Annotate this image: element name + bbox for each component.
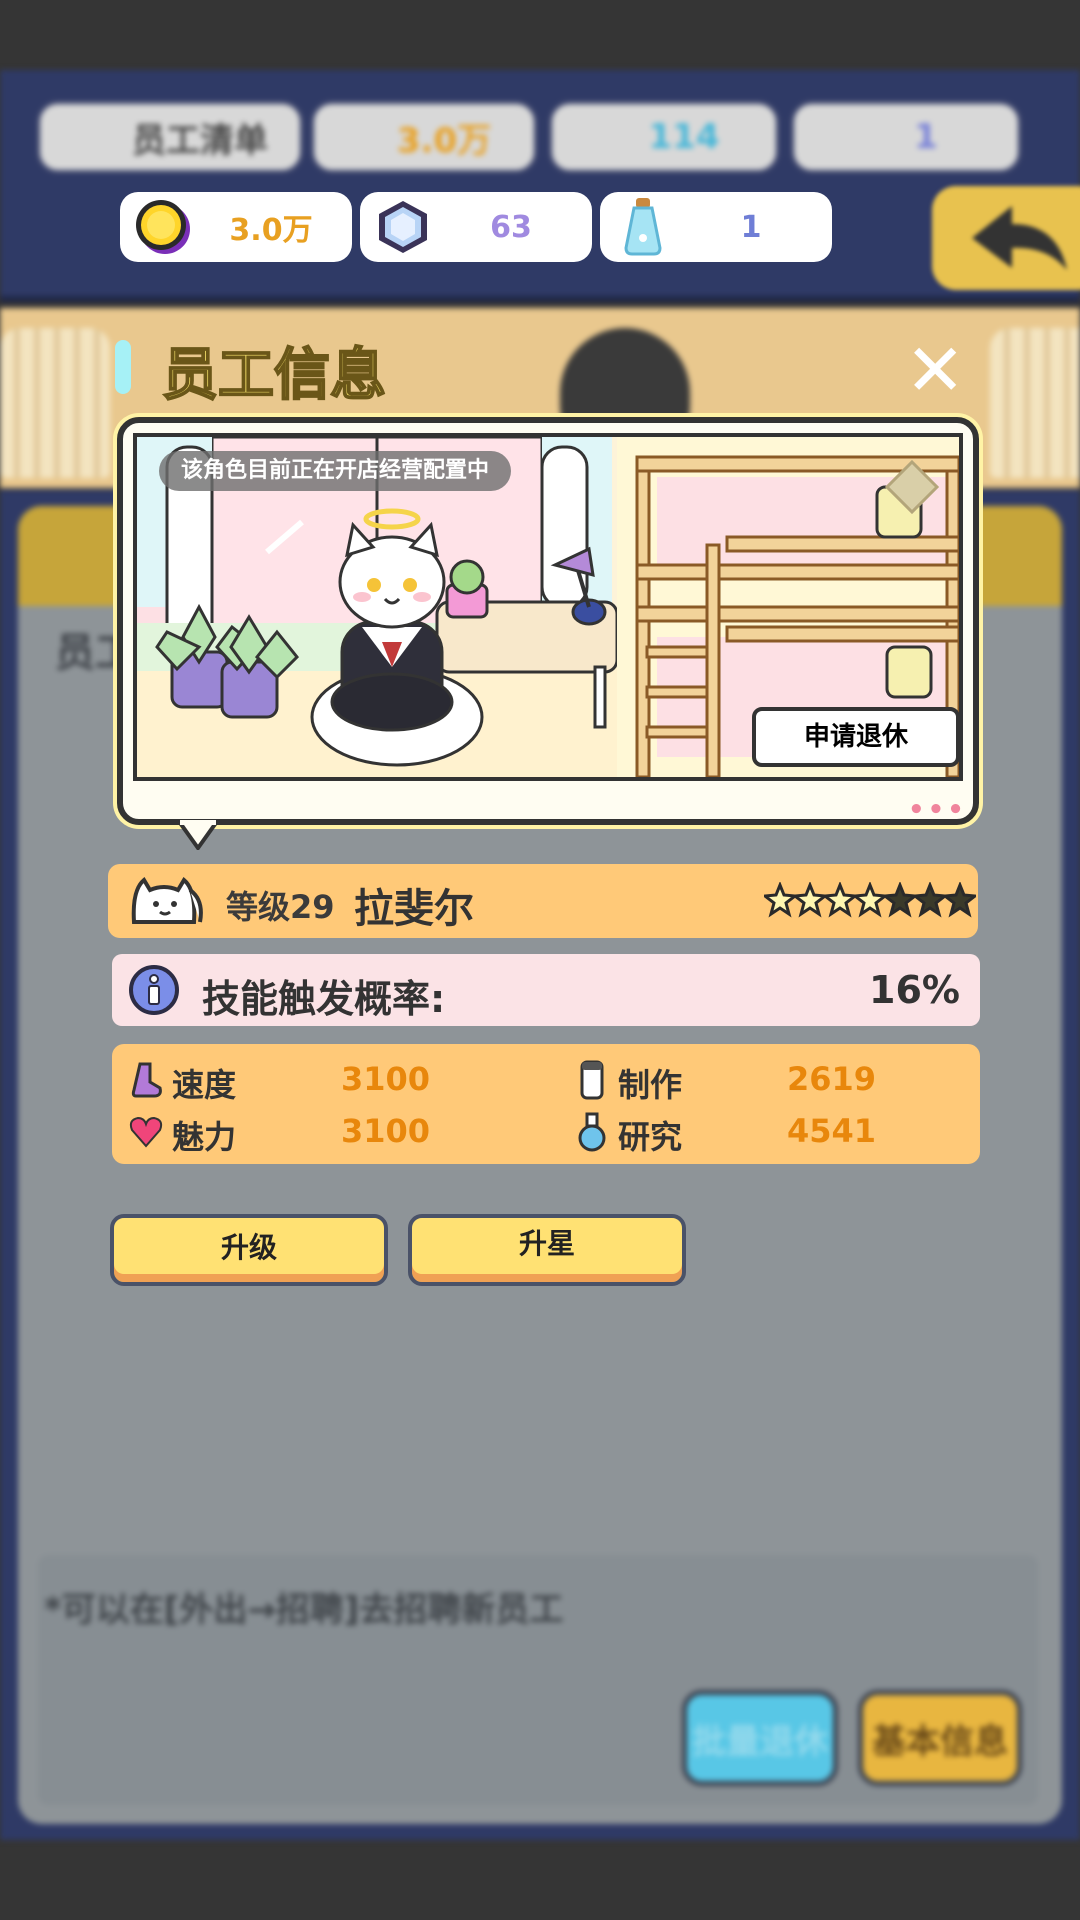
resource-crystal: 63 — [360, 192, 592, 262]
star-empty-icon — [884, 882, 916, 918]
stat-label: 魅力 — [172, 1118, 237, 1156]
heart-icon — [129, 1116, 163, 1148]
boot-icon — [131, 1062, 162, 1098]
employee-name: 拉斐尔 — [354, 886, 474, 932]
close-icon[interactable]: ✕ — [905, 334, 965, 406]
scene-card-tail — [178, 820, 218, 850]
batch-retire-button[interactable]: 批量退休 — [682, 1690, 838, 1786]
stat-label: 制作 — [618, 1066, 683, 1104]
star-up-button[interactable]: 升星 — [408, 1214, 686, 1286]
skill-trigger-bar: 技能触发概率: 16% — [112, 954, 980, 1026]
star-empty-icon — [944, 882, 976, 918]
back-button[interactable] — [932, 186, 1080, 290]
skill-trigger-value: 16% — [869, 968, 960, 1012]
upgrade-button[interactable]: 升级 — [110, 1214, 388, 1286]
bottle-icon — [624, 198, 662, 256]
star-filled-icon — [824, 882, 856, 918]
lamp-decoration — [0, 328, 110, 478]
stat-value: 3100 — [341, 1060, 431, 1098]
bg-bottle-value: 1 — [914, 117, 938, 157]
back-arrow-icon — [972, 206, 1067, 270]
staff-list-label: 员工清单 — [132, 120, 268, 161]
employee-stats: 速度 3100 制作 2619 魅力 3100 研究 4541 — [112, 1044, 980, 1164]
retire-button[interactable]: 申请退休 — [752, 707, 959, 767]
bottle-value: 1 — [740, 209, 762, 245]
stat-label: 研究 — [618, 1118, 683, 1156]
lamp-decoration — [990, 328, 1080, 478]
star-rating — [764, 882, 976, 918]
status-pill: 该角色目前正在开店经营配置中 — [159, 451, 512, 491]
stat-value: 2619 — [787, 1060, 877, 1098]
cat-avatar-icon — [131, 876, 203, 924]
flask-icon — [578, 1112, 606, 1152]
bg-resource-bottle: 1 — [790, 100, 1022, 174]
title-accent-bar — [115, 340, 131, 394]
star-empty-icon — [914, 882, 946, 918]
staff-list-tab[interactable]: 员工清单 — [36, 100, 304, 174]
crystal-value: 63 — [490, 209, 532, 245]
crystal-icon — [379, 201, 427, 253]
star-filled-icon — [854, 882, 886, 918]
dialog-title: 员工信息 — [161, 342, 387, 409]
stat-value: 3100 — [341, 1112, 431, 1150]
bg-coin-value: 3.0万 — [396, 120, 492, 161]
employee-scene: 该角色目前正在开店经营配置中 申请退休 — [133, 433, 963, 781]
bg-resource-coin: 3.0万 — [310, 100, 538, 174]
star-filled-icon — [794, 882, 826, 918]
resource-coin: 3.0万 — [120, 192, 352, 262]
coin-value: 3.0万 — [229, 213, 313, 248]
employee-level: 等级29 — [226, 888, 335, 926]
cup-icon — [580, 1060, 604, 1100]
basic-info-button[interactable]: 基本信息 — [858, 1690, 1022, 1786]
employee-scene-card: 该角色目前正在开店经营配置中 申请退休 ••• — [117, 417, 979, 825]
star-filled-icon — [764, 882, 796, 918]
stat-value: 4541 — [787, 1112, 877, 1150]
game-screen: 员工清单 3.0万 114 1 员工 *可以在[外出→招聘]去招聘新员工 批量退… — [0, 0, 1080, 1920]
skill-trigger-label: 技能触发概率: — [202, 977, 446, 1021]
recruit-hint: *可以在[外出→招聘]去招聘新员工 — [44, 1590, 564, 1630]
resource-bottle: 1 — [600, 192, 832, 262]
stat-label: 速度 — [172, 1066, 237, 1104]
employee-name-bar: 等级29 拉斐尔 — [108, 864, 978, 938]
more-options-icon[interactable]: ••• — [908, 795, 967, 825]
info-icon[interactable] — [128, 964, 180, 1016]
coin-icon — [136, 200, 190, 254]
bg-resource-potion: 114 — [548, 100, 780, 174]
bg-potion-value: 114 — [648, 117, 720, 157]
